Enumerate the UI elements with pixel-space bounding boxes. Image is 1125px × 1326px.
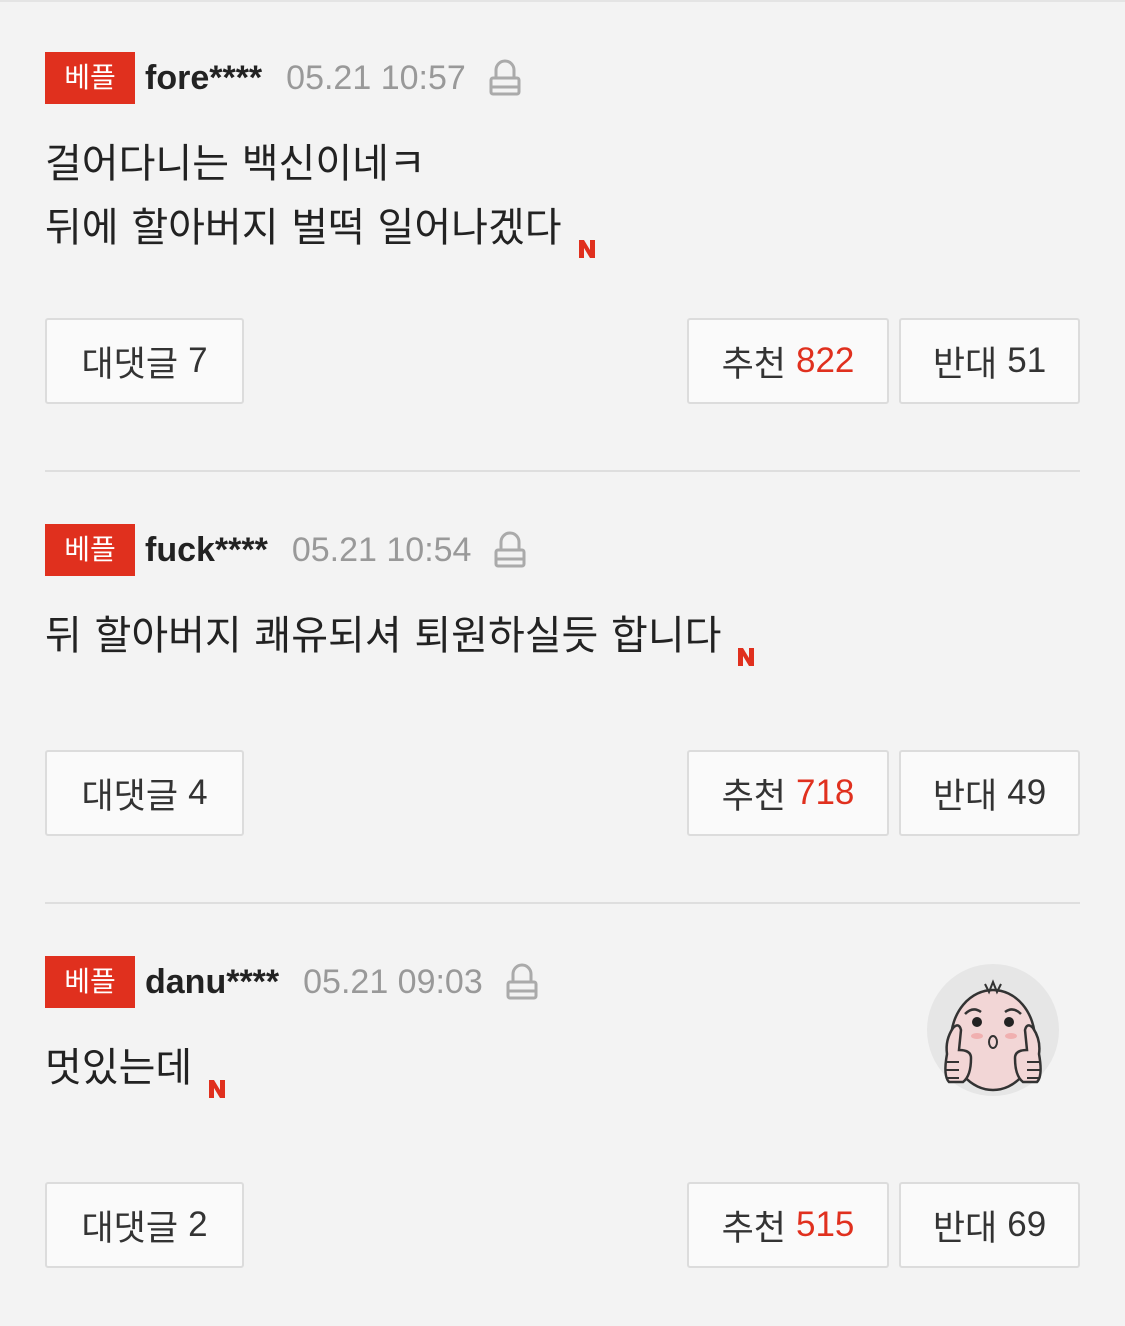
top-divider — [0, 0, 1125, 2]
comment-item: 베플 fore**** 05.21 10:57 걸어다니는 백신이네ㅋ 뒤에 할… — [45, 52, 1080, 408]
comment-header: 베플 fuck**** 05.21 10:54 — [45, 524, 527, 576]
dislike-button[interactable]: 반대 69 — [899, 1182, 1080, 1268]
comment-line-last: 뒤에 할아버지 벌떡 일어나겠다 — [45, 196, 598, 260]
comment-timestamp: 05.21 10:54 — [291, 530, 472, 569]
comment-header: 베플 danu**** 05.21 09:03 — [45, 956, 539, 1008]
reply-count: 2 — [188, 1205, 208, 1244]
comment-line: 걸어다니는 백신이네ㅋ — [45, 141, 426, 187]
comment-body: 걸어다니는 백신이네ㅋ 뒤에 할아버지 벌떡 일어나겠다 — [45, 132, 598, 260]
best-comment-badge: 베플 — [45, 524, 135, 576]
thumbs-up-emoticon — [925, 962, 1065, 1102]
dislike-button[interactable]: 반대 51 — [899, 318, 1080, 404]
like-button[interactable]: 추천 822 — [687, 318, 889, 404]
comment-line-last: 뒤 할아버지 쾌유되셔 퇴원하실듯 합니다 — [45, 604, 757, 668]
new-n-icon — [735, 623, 757, 666]
comment-divider — [45, 470, 1080, 472]
lock-icon[interactable] — [488, 58, 522, 98]
comment-author[interactable]: danu**** — [145, 963, 279, 1002]
reply-button[interactable]: 대댓글 7 — [45, 318, 244, 404]
like-count: 718 — [796, 773, 855, 812]
comment-body: 뒤 할아버지 쾌유되셔 퇴원하실듯 합니다 — [45, 604, 757, 668]
new-n-icon — [206, 1055, 228, 1098]
comment-divider — [45, 902, 1080, 904]
like-count: 515 — [796, 1205, 855, 1244]
comment-author[interactable]: fore**** — [145, 59, 262, 98]
reply-button[interactable]: 대댓글 2 — [45, 1182, 244, 1268]
comment-body: 멋있는데 — [45, 1036, 228, 1100]
dislike-button[interactable]: 반대 49 — [899, 750, 1080, 836]
like-button[interactable]: 추천 515 — [687, 1182, 889, 1268]
reply-button[interactable]: 대댓글 4 — [45, 750, 244, 836]
like-count: 822 — [796, 341, 855, 380]
like-button[interactable]: 추천 718 — [687, 750, 889, 836]
comment-timestamp: 05.21 09:03 — [303, 962, 483, 1001]
dislike-count: 51 — [1007, 341, 1047, 380]
lock-icon[interactable] — [493, 530, 527, 570]
comment-item: 베플 fuck**** 05.21 10:54 뒤 할아버지 쾌유되셔 퇴원하실… — [45, 524, 1080, 840]
dislike-count: 49 — [1007, 773, 1047, 812]
best-comment-badge: 베플 — [45, 52, 135, 104]
comment-line-last: 멋있는데 — [45, 1036, 228, 1100]
new-n-icon — [576, 215, 598, 258]
comment-timestamp: 05.21 10:57 — [286, 58, 466, 97]
dislike-count: 69 — [1007, 1205, 1047, 1244]
reply-count: 4 — [188, 773, 208, 812]
best-comment-badge: 베플 — [45, 956, 135, 1008]
lock-icon[interactable] — [505, 962, 539, 1002]
comment-item: 베플 danu**** 05.21 09:03 멋있는데 대댓글 2 추천 51… — [45, 956, 1080, 1272]
reply-count: 7 — [188, 341, 208, 380]
comment-author[interactable]: fuck**** — [145, 531, 268, 570]
comment-header: 베플 fore**** 05.21 10:57 — [45, 52, 522, 104]
